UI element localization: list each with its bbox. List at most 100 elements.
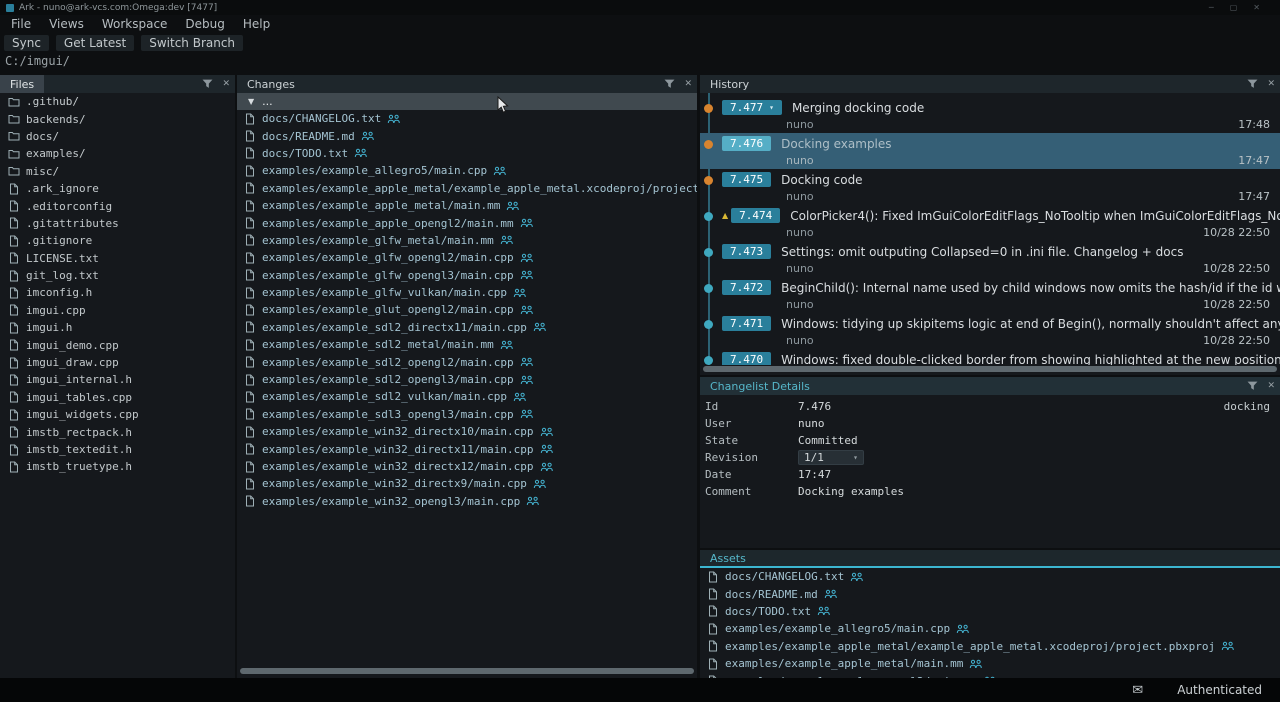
revision-badge[interactable]: 7.474 [731, 208, 780, 223]
history-panel-title[interactable]: History [700, 78, 749, 91]
changed-file-row[interactable]: docs/README.md [237, 127, 697, 144]
changed-file-row[interactable]: examples/example_glfw_vulkan/main.cpp [237, 284, 697, 301]
changed-file-row[interactable]: examples/example_apple_metal/main.mm [237, 197, 697, 214]
folder-item-examples[interactable]: examples/ [0, 145, 235, 162]
file-item-gitignore[interactable]: .gitignore [0, 232, 235, 249]
changed-file-row[interactable]: examples/example_apple_metal/example_app… [237, 180, 697, 197]
horizontal-scrollbar[interactable] [703, 366, 1277, 372]
history-row[interactable]: 7.476 Docking examples nuno 17:47 [700, 133, 1280, 169]
panel-close-icon[interactable]: ✕ [1267, 382, 1275, 391]
asset-row[interactable]: examples/example_allegro5/main.cpp [700, 620, 1280, 637]
filter-icon[interactable] [202, 79, 213, 89]
file-item-imstb-textedit-h[interactable]: imstb_textedit.h [0, 441, 235, 458]
commit-time: 10/28 22:50 [1203, 298, 1280, 311]
changed-file-row[interactable]: examples/example_glfw_metal/main.mm [237, 232, 697, 249]
changed-file-row[interactable]: examples/example_glfw_opengl3/main.cpp [237, 267, 697, 284]
file-item-imgui-draw-cpp[interactable]: imgui_draw.cpp [0, 354, 235, 371]
history-row[interactable]: ▲ 7.474 ColorPicker4(): Fixed ImGuiColor… [700, 205, 1280, 241]
history-row[interactable]: 7.473 Settings: omit outputing Collapsed… [700, 241, 1280, 277]
folder-item-backends[interactable]: backends/ [0, 110, 235, 127]
changed-file-row[interactable]: examples/example_apple_opengl2/main.mm [237, 214, 697, 231]
file-item-imgui-demo-cpp[interactable]: imgui_demo.cpp [0, 336, 235, 353]
file-item-imgui-widgets-cpp[interactable]: imgui_widgets.cpp [0, 406, 235, 423]
revision-dropdown[interactable]: 1/1▾ [798, 450, 864, 465]
asset-row[interactable]: examples/example_apple_metal/example_app… [700, 638, 1280, 655]
mail-icon[interactable]: ✉ [1132, 683, 1143, 698]
file-item-ark-ignore[interactable]: .ark_ignore [0, 180, 235, 197]
folder-item-docs[interactable]: docs/ [0, 128, 235, 145]
changes-panel-title[interactable]: Changes [237, 78, 295, 91]
filter-icon[interactable] [664, 79, 675, 89]
folder-item-misc[interactable]: misc/ [0, 163, 235, 180]
menu-workspace[interactable]: Workspace [93, 17, 177, 31]
file-item-imconfig-h[interactable]: imconfig.h [0, 284, 235, 301]
changed-file-row[interactable]: examples/example_win32_directx11/main.cp… [237, 440, 697, 457]
changed-file-row[interactable]: examples/example_glut_opengl2/main.cpp [237, 301, 697, 318]
revision-badge[interactable]: 7.475 [722, 172, 771, 187]
history-row[interactable]: 7.475 Docking code nuno 17:47 [700, 169, 1280, 205]
changed-file-row[interactable]: examples/example_sdl3_opengl3/main.cpp [237, 406, 697, 423]
asset-row[interactable]: examples/example_apple_metal/main.mm [700, 655, 1280, 672]
maximize-button[interactable]: ▢ [1230, 3, 1238, 12]
menu-help[interactable]: Help [234, 17, 279, 31]
assets-panel-title[interactable]: Assets [700, 552, 746, 565]
menu-debug[interactable]: Debug [176, 17, 233, 31]
revision-badge[interactable]: 7.470 [722, 352, 771, 365]
file-item-imstb-truetype-h[interactable]: imstb_truetype.h [0, 458, 235, 475]
changed-file-row[interactable]: examples/example_sdl2_metal/main.mm [237, 336, 697, 353]
toolbar-button-get-latest[interactable]: Get Latest [56, 35, 134, 51]
panel-close-icon[interactable]: ✕ [684, 80, 692, 89]
file-item-imgui-tables-cpp[interactable]: imgui_tables.cpp [0, 389, 235, 406]
changed-file-row[interactable]: examples/example_sdl2_opengl3/main.cpp [237, 371, 697, 388]
expand-icon[interactable]: ▼ [248, 97, 254, 106]
details-panel-title[interactable]: Changelist Details [700, 380, 810, 393]
revision-badge[interactable]: 7.476 [722, 136, 771, 151]
minimize-button[interactable]: ─ [1209, 3, 1214, 12]
file-item-imstb-rectpack-h[interactable]: imstb_rectpack.h [0, 423, 235, 440]
changed-file-row[interactable]: examples/example_win32_directx12/main.cp… [237, 458, 697, 475]
changed-file-row[interactable]: examples/example_win32_directx10/main.cp… [237, 423, 697, 440]
revision-badge[interactable]: 7.473 [722, 244, 771, 259]
changed-file-row[interactable]: examples/example_sdl2_opengl2/main.cpp [237, 353, 697, 370]
changed-file-row[interactable]: examples/example_glfw_opengl2/main.cpp [237, 249, 697, 266]
file-item-license-txt[interactable]: LICENSE.txt [0, 250, 235, 267]
changed-file-row[interactable]: examples/example_win32_directx9/main.cpp [237, 475, 697, 492]
changed-file-row[interactable]: examples/example_sdl2_vulkan/main.cpp [237, 388, 697, 405]
file-item-imgui-internal-h[interactable]: imgui_internal.h [0, 371, 235, 388]
file-item-git-log-txt[interactable]: git_log.txt [0, 267, 235, 284]
changed-file-row[interactable]: examples/example_allegro5/main.cpp [237, 162, 697, 179]
history-row[interactable]: 7.477▾ Merging docking code nuno 17:48 [700, 97, 1280, 133]
changed-file-row[interactable]: examples/example_win32_opengl3/main.cpp [237, 493, 697, 510]
asset-row[interactable]: docs/CHANGELOG.txt [700, 568, 1280, 585]
asset-row[interactable]: docs/README.md [700, 585, 1280, 602]
history-row[interactable]: 7.471 Windows: tidying up skipitems logi… [700, 313, 1280, 349]
revision-badge[interactable]: 7.477▾ [722, 100, 782, 115]
revision-badge[interactable]: 7.472 [722, 280, 771, 295]
history-row[interactable]: 7.472 BeginChild(): Internal name used b… [700, 277, 1280, 313]
changed-file-row[interactable]: docs/TODO.txt [237, 145, 697, 162]
changed-file-row[interactable]: docs/CHANGELOG.txt [237, 110, 697, 127]
folder-item-github[interactable]: .github/ [0, 93, 235, 110]
asset-row[interactable]: docs/TODO.txt [700, 603, 1280, 620]
file-path: examples/example_sdl3_opengl3/main.cpp [262, 408, 514, 421]
filter-icon[interactable] [1247, 381, 1258, 391]
changes-root-node[interactable]: ▼ ... [237, 93, 697, 110]
close-button[interactable]: ✕ [1253, 3, 1260, 12]
menu-file[interactable]: File [2, 17, 40, 31]
file-item-imgui-cpp[interactable]: imgui.cpp [0, 302, 235, 319]
menu-views[interactable]: Views [40, 17, 93, 31]
panel-close-icon[interactable]: ✕ [1267, 80, 1275, 89]
horizontal-scrollbar[interactable] [240, 668, 694, 674]
history-row[interactable]: 7.470 Windows: fixed double-clicked bord… [700, 349, 1280, 365]
file-item-gitattributes[interactable]: .gitattributes [0, 215, 235, 232]
revision-badge[interactable]: 7.471 [722, 316, 771, 331]
file-item-editorconfig[interactable]: .editorconfig [0, 197, 235, 214]
detail-field-user: User nuno▾ [700, 415, 1280, 432]
files-panel-title[interactable]: Files [0, 75, 44, 93]
toolbar-button-switch-branch[interactable]: Switch Branch [141, 35, 243, 51]
panel-close-icon[interactable]: ✕ [222, 80, 230, 89]
toolbar-button-sync[interactable]: Sync [4, 35, 49, 51]
changed-file-row[interactable]: examples/example_sdl2_directx11/main.cpp [237, 319, 697, 336]
filter-icon[interactable] [1247, 79, 1258, 89]
file-item-imgui-h[interactable]: imgui.h [0, 319, 235, 336]
